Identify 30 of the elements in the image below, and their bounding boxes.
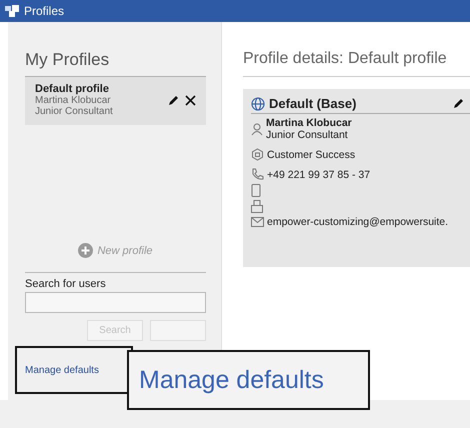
app-icon [5,5,19,17]
delete-button[interactable] [185,94,196,106]
callout-text: Manage defaults [139,366,324,394]
manage-defaults-link[interactable]: Manage defaults [25,364,99,376]
search-field[interactable] [25,292,206,313]
person-name: Martina Klobucar [266,117,352,129]
person-role: Junior Consultant [266,129,349,141]
pencil-icon [168,94,179,106]
edit-button[interactable] [168,94,179,106]
plus-icon [78,243,94,258]
hexagon-icon [251,148,264,161]
section-heading: My Profiles [25,50,110,70]
person-icon [251,122,263,136]
window-title: Profiles [24,4,64,18]
person-role: Junior Consultant [35,106,114,117]
person-name: Martina Klobucar [35,95,112,106]
profile-card[interactable]: Default profile Martina Klobucar Junior Consultant [25,76,206,125]
mobile-phone-icon [251,184,261,197]
fax-icon [251,200,263,213]
phone-icon [251,168,264,181]
email-address: empower-customizing@empowersuite. [267,216,448,228]
details-heading: Profile details: Default profile [243,50,470,77]
mail-icon [251,217,264,227]
search-label: Search for users [25,278,107,290]
pencil-icon [453,98,464,109]
profile-name: Default profile [35,83,110,95]
card-title: Default (Base) [269,96,358,111]
phone-number: +49 221 99 37 85 - 37 [267,168,370,180]
department-text: Customer Success [267,148,356,160]
globe-icon [251,96,265,110]
